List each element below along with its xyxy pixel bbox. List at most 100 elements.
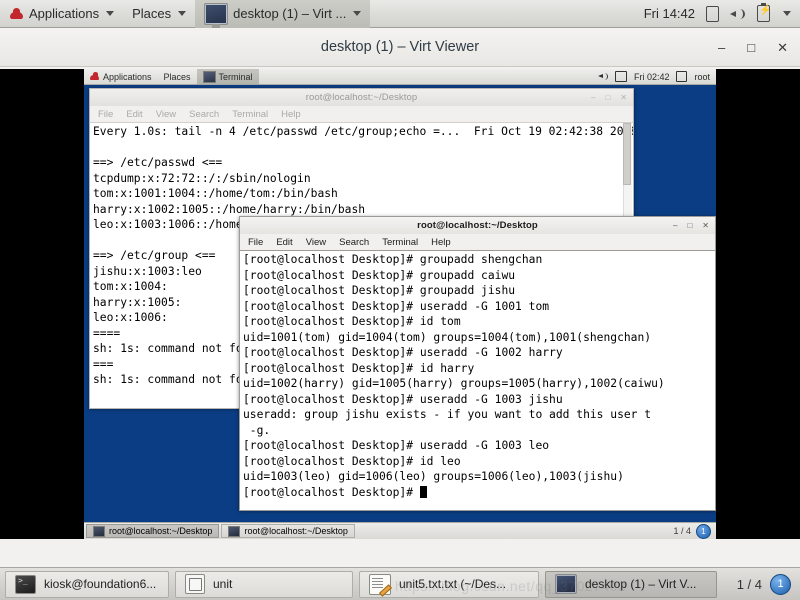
vm-task-label-1: root@localhost:~/Desktop <box>109 526 213 536</box>
gnome-top-panel: Applications Places desktop (1) – Virt .… <box>0 0 800 28</box>
desktop-bottom-taskbar: kiosk@foundation6... unit unit5.txt.txt … <box>0 567 800 600</box>
vm-taskbar-right: 1 / 4 1 <box>673 523 714 539</box>
vm-pager-count: 1 / 4 <box>673 526 691 536</box>
close-button[interactable]: ✕ <box>777 41 788 54</box>
volume-icon[interactable] <box>730 7 746 21</box>
foreground-terminal-text: [root@localhost Desktop]# groupadd sheng… <box>243 253 665 499</box>
redhat-icon <box>9 7 24 21</box>
vm-task-label-2: root@localhost:~/Desktop <box>244 526 348 536</box>
applications-menu[interactable]: Applications <box>0 0 123 28</box>
chevron-down-icon <box>106 11 115 16</box>
vm-clock[interactable]: Fri 02:42 <box>634 72 670 82</box>
vm-places-label: Places <box>163 71 191 82</box>
close-button[interactable]: ✕ <box>620 93 627 102</box>
battery-icon[interactable] <box>757 3 771 22</box>
close-button[interactable]: ✕ <box>702 221 709 230</box>
clock[interactable]: Fri 14:42 <box>644 6 695 21</box>
foreground-terminal-output: [root@localhost Desktop]# groupadd sheng… <box>240 251 715 500</box>
window-menu-label: desktop (1) – Virt ... <box>233 6 347 21</box>
vm-desktop[interactable]: Applications Places Terminal Fri 02:42 r… <box>84 69 716 539</box>
menu-file[interactable]: File <box>248 237 263 248</box>
block-cursor <box>419 485 427 498</box>
virt-viewer-window-controls: – □ ✕ <box>718 28 788 66</box>
vm-task-button-1[interactable]: root@localhost:~/Desktop <box>86 524 220 538</box>
terminal-icon <box>93 525 105 537</box>
menu-view[interactable]: View <box>156 109 176 120</box>
background-terminal-window-controls: – □ ✕ <box>591 89 627 106</box>
chevron-down-icon <box>353 11 362 16</box>
taskbar-label-4: desktop (1) – Virt V... <box>585 577 697 591</box>
vm-bottom-taskbar: root@localhost:~/Desktop root@localhost:… <box>84 522 716 539</box>
scrollbar-thumb[interactable] <box>623 123 631 185</box>
archive-icon <box>185 574 205 594</box>
chevron-down-icon <box>178 11 187 16</box>
virt-viewer-icon <box>204 2 229 28</box>
chevron-down-icon[interactable] <box>783 11 791 16</box>
terminal-icon <box>202 70 216 83</box>
terminal-icon <box>15 574 36 594</box>
background-terminal-title: root@localhost:~/Desktop <box>305 92 418 103</box>
taskbar-item-virt-viewer[interactable]: desktop (1) – Virt V... <box>545 570 717 598</box>
vm-task-button-2[interactable]: root@localhost:~/Desktop <box>221 524 355 538</box>
background-terminal-menubar: File Edit View Search Terminal Help <box>89 106 634 123</box>
virt-viewer-titlebar: desktop (1) – Virt Viewer – □ ✕ <box>0 28 800 67</box>
workspace-indicator[interactable]: 1 <box>770 573 791 595</box>
taskbar-item-unit5-txt[interactable]: unit5.txt.txt (~/Des... <box>359 570 539 598</box>
taskbar-right-area: 1 / 4 1 <box>736 573 795 595</box>
taskbar-label-2: unit <box>213 577 233 591</box>
menu-file[interactable]: File <box>98 109 113 120</box>
menu-view[interactable]: View <box>306 237 326 248</box>
network-icon[interactable] <box>614 71 627 82</box>
vm-applications-menu[interactable]: Applications <box>84 69 158 84</box>
window-menu-virt-viewer[interactable]: desktop (1) – Virt ... <box>195 0 371 28</box>
menu-terminal[interactable]: Terminal <box>382 237 418 248</box>
places-menu-label: Places <box>132 6 172 21</box>
text-editor-icon <box>369 573 391 595</box>
menu-help[interactable]: Help <box>281 109 301 120</box>
menu-search[interactable]: Search <box>189 109 219 120</box>
minimize-button[interactable]: – <box>591 93 595 102</box>
vm-window-menu-label: Terminal <box>218 71 253 82</box>
volume-icon[interactable] <box>597 72 608 81</box>
minimize-button[interactable]: – <box>673 221 677 230</box>
virt-viewer-title: desktop (1) – Virt Viewer <box>320 39 480 55</box>
minimize-button[interactable]: – <box>718 41 725 54</box>
places-menu[interactable]: Places <box>123 0 195 28</box>
vm-top-panel: Applications Places Terminal Fri 02:42 r… <box>84 69 716 85</box>
taskbar-item-unit[interactable]: unit <box>175 570 353 598</box>
vm-workspace-indicator[interactable]: 1 <box>696 523 711 539</box>
virt-viewer-icon <box>555 574 577 594</box>
vm-applications-label: Applications <box>103 71 152 82</box>
maximize-button[interactable]: □ <box>747 41 755 54</box>
vm-window-menu-terminal[interactable]: Terminal <box>196 69 259 84</box>
screen-root: Applications Places desktop (1) – Virt .… <box>0 0 800 600</box>
background-terminal-titlebar: root@localhost:~/Desktop – □ ✕ <box>89 88 634 106</box>
foreground-terminal-window[interactable]: root@localhost:~/Desktop – □ ✕ File Edit… <box>239 216 716 511</box>
menu-terminal[interactable]: Terminal <box>232 109 268 120</box>
panel-status-area: Fri 14:42 <box>644 3 800 22</box>
display-icon[interactable] <box>706 5 719 22</box>
taskbar-label-3: unit5.txt.txt (~/Des... <box>399 577 507 591</box>
taskbar-item-kiosk-terminal[interactable]: kiosk@foundation6... <box>5 570 169 598</box>
user-icon[interactable] <box>676 71 688 82</box>
menu-help[interactable]: Help <box>431 237 451 248</box>
foreground-terminal-menubar: File Edit View Search Terminal Help <box>239 234 716 251</box>
foreground-terminal-title: root@localhost:~/Desktop <box>417 220 538 231</box>
maximize-button[interactable]: □ <box>605 93 610 102</box>
pager-count: 1 / 4 <box>736 576 762 592</box>
vm-viewport[interactable]: Applications Places Terminal Fri 02:42 r… <box>0 69 800 539</box>
foreground-terminal-body[interactable]: [root@localhost Desktop]# groupadd sheng… <box>239 251 716 511</box>
redhat-icon <box>90 72 100 81</box>
menu-edit[interactable]: Edit <box>276 237 292 248</box>
vm-user-label[interactable]: root <box>694 72 710 82</box>
foreground-terminal-titlebar: root@localhost:~/Desktop – □ ✕ <box>239 216 716 234</box>
taskbar-label-1: kiosk@foundation6... <box>44 577 157 591</box>
maximize-button[interactable]: □ <box>687 221 692 230</box>
vm-panel-status-area: Fri 02:42 root <box>597 71 716 82</box>
applications-menu-label: Applications <box>29 6 100 21</box>
foreground-terminal-window-controls: – □ ✕ <box>673 217 709 234</box>
menu-edit[interactable]: Edit <box>126 109 142 120</box>
terminal-icon <box>228 525 241 537</box>
menu-search[interactable]: Search <box>339 237 369 248</box>
vm-places-menu[interactable]: Places <box>158 69 197 84</box>
